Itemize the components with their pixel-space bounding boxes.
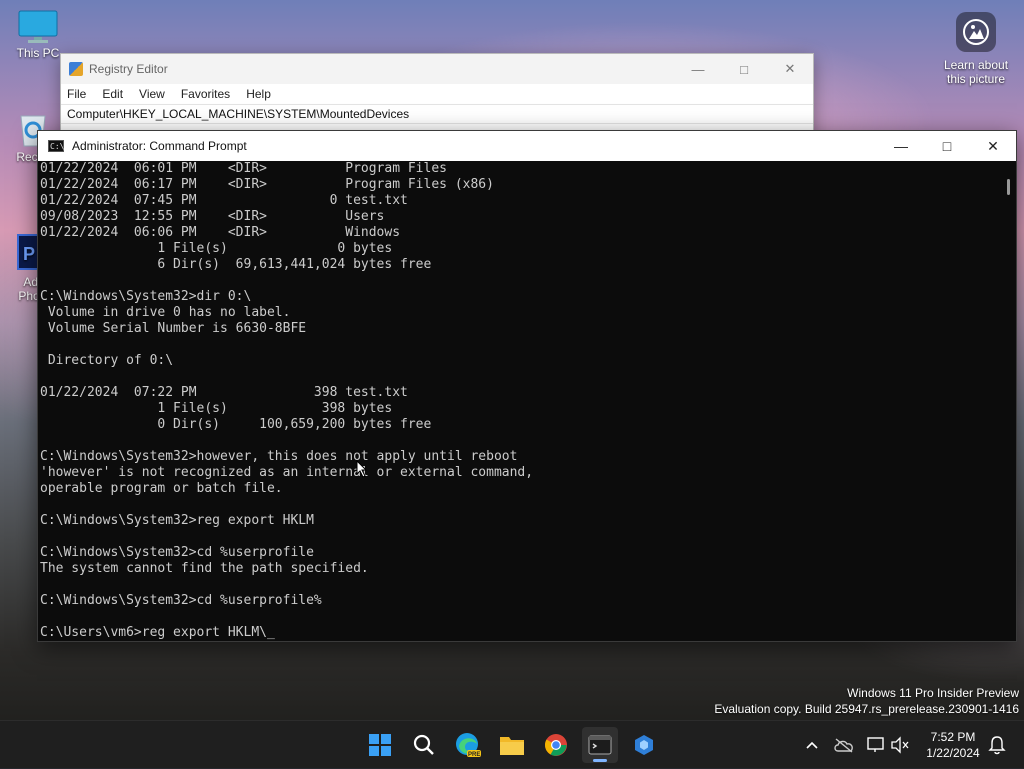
console-line: C:\Windows\System32>dir 0:\ <box>40 289 252 304</box>
learn-label: Learn about this picture <box>943 58 1009 86</box>
minimize-button[interactable]: — <box>675 54 721 84</box>
menu-edit[interactable]: Edit <box>102 87 123 101</box>
console-line: C:\Windows\System32>cd %userprofile <box>40 545 314 560</box>
console-line: Volume in drive 0 has no label. <box>40 305 291 320</box>
edge-button[interactable]: PRE <box>450 727 486 763</box>
scrollbar-thumb[interactable] <box>1007 179 1010 195</box>
start-button[interactable] <box>362 727 398 763</box>
windows-watermark: Windows 11 Pro Insider Preview Evaluatio… <box>714 685 1019 717</box>
maximize-button[interactable]: □ <box>924 131 970 161</box>
command-prompt-icon: C:\ <box>48 140 65 152</box>
console-line: 01/22/2024 07:22 PM 398 test.txt <box>40 385 408 400</box>
chrome-button[interactable] <box>538 727 574 763</box>
learn-about-picture[interactable]: Learn about this picture <box>936 12 1016 86</box>
console-scrollbar[interactable] <box>1002 161 1016 641</box>
console-line: C:\Windows\System32>however, this does n… <box>40 449 518 464</box>
bell-icon <box>988 736 1006 755</box>
file-explorer-icon <box>500 737 524 755</box>
close-button[interactable]: ✕ <box>767 54 813 84</box>
console-line: The system cannot find the path specifie… <box>40 561 369 576</box>
console-line: 'however' is not recognized as an intern… <box>40 465 534 480</box>
file-explorer-button[interactable] <box>494 727 530 763</box>
monitor-icon <box>18 10 58 44</box>
console-output[interactable]: 01/22/2024 06:01 PM <DIR> Program Files 0… <box>40 161 1002 641</box>
registry-editor-titlebar[interactable]: Registry Editor — □ ✕ <box>61 54 813 84</box>
console-line: 0 Dir(s) 100,659,200 bytes free <box>40 417 432 432</box>
command-prompt-window[interactable]: C:\ Administrator: Command Prompt — □ ✕ … <box>37 130 1017 642</box>
volume-muted-icon <box>891 736 909 754</box>
console-line: 01/22/2024 07:45 PM 0 test.txt <box>40 193 408 208</box>
console-line: 1 File(s) 398 bytes <box>40 401 393 416</box>
chevron-up-icon <box>806 741 818 749</box>
app-icon <box>635 735 653 755</box>
desktop-icon-this-pc[interactable]: This PC <box>14 10 62 60</box>
console-line: Volume Serial Number is 6630-8BFE <box>40 321 307 336</box>
clock-time: 7:52 PM <box>930 730 976 744</box>
terminal-icon <box>588 735 612 755</box>
search-icon <box>413 734 434 755</box>
console-line: 09/08/2023 12:55 PM <DIR> Users <box>40 209 385 224</box>
search-button[interactable] <box>406 727 442 763</box>
menu-view[interactable]: View <box>139 87 165 101</box>
console-line: 1 File(s) 0 bytes <box>40 241 393 256</box>
console-line: operable program or batch file. <box>40 481 283 496</box>
window-title: Administrator: Command Prompt <box>72 139 247 153</box>
registry-editor-icon <box>69 62 83 76</box>
minimize-button[interactable]: — <box>878 131 924 161</box>
console-line: Directory of 0:\ <box>40 353 174 368</box>
chrome-icon <box>545 734 567 756</box>
desktop-icon-label: This PC <box>16 46 60 60</box>
show-hidden-icons-button[interactable] <box>800 733 824 757</box>
console-line: 6 Dir(s) 69,613,441,024 bytes free <box>40 257 432 272</box>
volume-button[interactable] <box>888 733 912 757</box>
address-path: Computer\HKEY_LOCAL_MACHINE\SYSTEM\Mount… <box>67 107 410 121</box>
console-line: C:\Windows\System32>cd %userprofile% <box>40 593 322 608</box>
console-line: C:\Users\vm6>reg export HKLM\_ <box>40 625 275 640</box>
menu-help[interactable]: Help <box>246 87 271 101</box>
network-icon <box>867 737 884 752</box>
taskbar-clock[interactable]: 7:52 PM 1/22/2024 <box>918 729 988 761</box>
start-icon <box>369 734 391 756</box>
watermark-edition: Windows 11 Pro Insider Preview <box>847 686 1019 700</box>
console-line: 01/22/2024 06:01 PM <DIR> Program Files <box>40 161 447 176</box>
menu-file[interactable]: File <box>67 87 86 101</box>
notifications-button[interactable] <box>985 733 1009 757</box>
console-line: C:\Windows\System32>reg export HKLM <box>40 513 314 528</box>
maximize-button[interactable]: □ <box>721 54 767 84</box>
spotlight-icon <box>956 12 996 52</box>
menu-bar: File Edit View Favorites Help <box>61 84 813 104</box>
onedrive-button[interactable] <box>832 733 856 757</box>
close-button[interactable]: ✕ <box>970 131 1016 161</box>
taskbar: PRE 7:52 PM 1/22/2024 <box>0 720 1024 769</box>
window-title: Registry Editor <box>89 62 168 76</box>
app-button[interactable] <box>626 727 662 763</box>
console-line: 01/22/2024 06:06 PM <DIR> Windows <box>40 225 401 240</box>
active-indicator <box>593 759 607 762</box>
address-bar[interactable]: Computer\HKEY_LOCAL_MACHINE\SYSTEM\Mount… <box>61 104 813 124</box>
edge-icon: PRE <box>456 733 481 758</box>
svg-text:P: P <box>23 244 35 264</box>
svg-text:PRE: PRE <box>468 752 480 758</box>
network-button[interactable] <box>864 733 888 757</box>
console-line: 01/22/2024 06:17 PM <DIR> Program Files … <box>40 177 494 192</box>
onedrive-offline-icon <box>834 738 853 753</box>
menu-favorites[interactable]: Favorites <box>181 87 230 101</box>
watermark-build: Evaluation copy. Build 25947.rs_prerelea… <box>714 702 1019 716</box>
terminal-button[interactable] <box>582 727 618 763</box>
command-prompt-titlebar[interactable]: C:\ Administrator: Command Prompt — □ ✕ <box>38 131 1016 161</box>
clock-date: 1/22/2024 <box>926 746 980 760</box>
